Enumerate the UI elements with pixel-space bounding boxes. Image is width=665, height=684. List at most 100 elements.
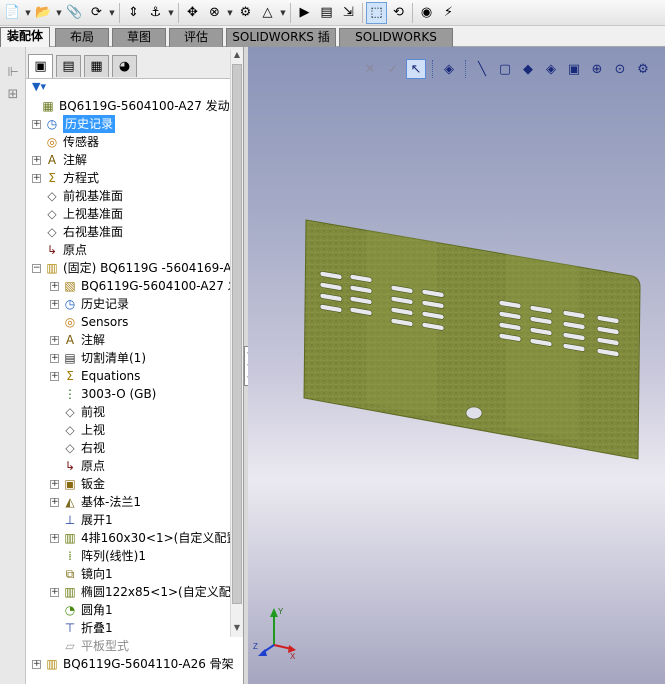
tree-item[interactable]: + ▥ 4排160x30<1>(自定义配置 — [26, 529, 238, 547]
hidden-lines-icon[interactable]: ▣ — [564, 59, 584, 79]
feature-tree-icon[interactable]: ▣ — [28, 54, 53, 78]
filter-icon[interactable]: ▼▾ — [32, 80, 46, 93]
tab-1[interactable]: 布局 — [55, 28, 109, 47]
instant3d-icon[interactable]: ⬚ — [366, 1, 387, 24]
tree-item[interactable]: ◔ 圆角1 — [26, 601, 230, 619]
bill-of-materials-icon[interactable]: ▤ — [316, 2, 337, 24]
cancel-x-icon[interactable]: ✕ — [360, 59, 380, 79]
assembly-features-icon[interactable]: ⚙ — [235, 2, 256, 24]
dropdown-arrow-icon[interactable]: ▼ — [108, 9, 116, 17]
display-manager-icon[interactable]: ◕ — [112, 55, 137, 77]
tree-item[interactable]: + Σ 方程式 — [26, 169, 230, 187]
expand-icon[interactable]: + — [50, 354, 59, 363]
tree-item[interactable]: ▱ 平板型式 — [26, 637, 230, 655]
expand-icon[interactable]: + — [50, 336, 59, 345]
dropdown-arrow-icon[interactable]: ▼ — [226, 9, 234, 17]
tree-item[interactable]: + ▤ 切割清单(1) — [26, 349, 230, 367]
new-document-icon[interactable]: 📄 — [2, 2, 23, 24]
tree-item[interactable]: + ▥ 椭圆122x85<1>(自定义配 — [26, 583, 231, 601]
smart-mates-icon[interactable]: ⚓ — [145, 2, 166, 24]
tree-item[interactable]: ◎ Sensors — [26, 313, 230, 331]
tree-item[interactable]: + ◭ 基体-法兰1 — [26, 493, 230, 511]
quick-snap-icon[interactable]: ◈ — [439, 59, 459, 79]
large-assembly-mode-icon[interactable]: ⚡ — [438, 2, 459, 24]
rebuild-icon[interactable]: ⟳ — [86, 2, 107, 24]
expand-panel-icon[interactable]: ⊞ — [5, 87, 21, 103]
expand-icon[interactable]: + — [32, 156, 41, 165]
reference-geometry-icon[interactable]: △ — [257, 2, 278, 24]
tree-item[interactable]: ↳ 原点 — [26, 457, 230, 475]
shaded-edges-icon[interactable]: ◈ — [541, 59, 561, 79]
expand-icon[interactable]: + — [32, 120, 41, 129]
tree-item[interactable]: ◎ 传感器 — [26, 133, 230, 151]
scroll-thumb[interactable] — [232, 64, 242, 604]
tree-item[interactable]: ⋮ 3003-O (GB) — [26, 385, 230, 403]
tab-2[interactable]: 草图 — [112, 28, 166, 47]
tree-item[interactable]: + ◷ 历史记录 — [26, 295, 230, 313]
update-speedpak-icon[interactable]: ⟲ — [388, 2, 409, 24]
expand-icon[interactable]: + — [32, 174, 41, 183]
tree-item[interactable]: + ▣ 钣金 — [26, 475, 230, 493]
expand-icon[interactable]: + — [50, 534, 59, 543]
zoom-area-icon[interactable]: ⊙ — [610, 59, 630, 79]
new-motion-study-icon[interactable]: ▶ — [294, 2, 315, 24]
tree-item[interactable]: + A 注解 — [26, 151, 230, 169]
configuration-manager-icon[interactable]: ▦ — [84, 55, 109, 77]
shaded-icon[interactable]: ◆ — [518, 59, 538, 79]
tree-item[interactable]: + ▧ BQ6119G-5604100-A27 发 — [26, 277, 240, 295]
paperclip-icon[interactable]: 📎 — [64, 2, 85, 24]
tree-item[interactable]: ◇ 上视基准面 — [26, 205, 230, 223]
graphics-viewport[interactable]: ✕ ✓ ↖ ◈ ╲ ▢ ◆ ◈ ▣ ⊕ ⊙ ⚙ Y Z X — [248, 47, 665, 684]
tab-3[interactable]: 评估 — [169, 28, 223, 47]
zoom-fit-icon[interactable]: ⊕ — [587, 59, 607, 79]
tree-item[interactable]: + ▥ BQ6119G-5604110-A26 骨架 — [26, 655, 234, 673]
view-settings-icon[interactable]: ⚙ — [633, 59, 653, 79]
pin-icon[interactable]: ⊩ — [5, 65, 21, 81]
tree-item[interactable]: ▦ BQ6119G-5604100-A27 发动机后 — [26, 97, 243, 115]
collapse-icon[interactable]: − — [32, 264, 41, 273]
tab-5[interactable]: SOLIDWORKS MBD — [339, 28, 453, 61]
dropdown-arrow-icon[interactable]: ▼ — [279, 9, 287, 17]
open-folder-icon[interactable]: 📂 — [33, 2, 54, 24]
explode-view-icon[interactable]: ⇕ — [123, 2, 144, 24]
tab-4[interactable]: SOLIDWORKS 插件 — [226, 28, 336, 61]
tree-item[interactable]: ◇ 上视 — [26, 421, 230, 439]
feature-tree-scrollbar[interactable]: ▲ ▼ — [230, 50, 243, 637]
dropdown-arrow-icon[interactable]: ▼ — [55, 9, 63, 17]
tree-item[interactable]: ⊥ 展开1 — [26, 511, 230, 529]
expand-icon[interactable]: + — [50, 372, 59, 381]
sheet-metal-model[interactable] — [248, 47, 665, 684]
tree-item[interactable]: ◇ 前视 — [26, 403, 230, 421]
tree-item[interactable]: ↳ 原点 — [26, 241, 230, 259]
tree-item[interactable]: + ◷ 历史记录 — [26, 115, 230, 133]
expand-icon[interactable]: + — [50, 588, 59, 597]
tree-item[interactable]: ◇ 右视基准面 — [26, 223, 230, 241]
expand-icon[interactable]: + — [50, 480, 59, 489]
expand-icon[interactable]: + — [50, 300, 59, 309]
take-snapshot-icon[interactable]: ◉ — [416, 2, 437, 24]
dropdown-arrow-icon[interactable]: ▼ — [24, 9, 32, 17]
exploded-view-icon[interactable]: ⇲ — [338, 2, 359, 24]
tree-item[interactable]: + Σ Equations — [26, 367, 230, 385]
tree-item[interactable]: ◇ 前视基准面 — [26, 187, 230, 205]
dropdown-arrow-icon[interactable]: ▼ — [167, 9, 175, 17]
tree-item[interactable]: − ▥ (固定) BQ6119G -5604169-A — [26, 259, 232, 277]
scroll-up-icon[interactable]: ▲ — [231, 50, 243, 64]
tab-0[interactable]: 装配体 — [0, 27, 50, 47]
tree-item[interactable]: + A 注解 — [26, 331, 230, 349]
interference-check-icon[interactable]: ⊗ — [204, 2, 225, 24]
tree-item[interactable]: ⁞ 阵列(线性)1 — [26, 547, 230, 565]
move-component-icon[interactable]: ✥ — [182, 2, 203, 24]
ok-check-icon[interactable]: ✓ — [383, 59, 403, 79]
select-arrow-icon[interactable]: ↖ — [406, 59, 426, 79]
expand-icon[interactable]: + — [50, 498, 59, 507]
property-manager-icon[interactable]: ▤ — [56, 55, 81, 77]
expand-icon[interactable]: + — [32, 660, 41, 669]
scroll-down-icon[interactable]: ▼ — [231, 623, 243, 637]
expand-icon[interactable]: + — [50, 282, 59, 291]
tree-item[interactable]: ◇ 右视 — [26, 439, 230, 457]
tree-item[interactable]: ⧉ 镜向1 — [26, 565, 230, 583]
line-icon[interactable]: ╲ — [472, 59, 492, 79]
display-style-icon[interactable]: ▢ — [495, 59, 515, 79]
tree-item[interactable]: ⊤ 折叠1 — [26, 619, 230, 637]
